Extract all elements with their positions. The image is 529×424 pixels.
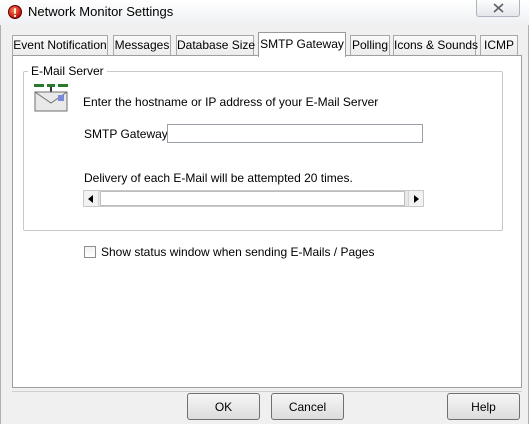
ok-button[interactable]: OK (187, 393, 260, 420)
arrow-right-icon (414, 194, 419, 203)
tab-polling[interactable]: Polling (350, 35, 390, 55)
delivery-attempts-scrollbar[interactable] (83, 190, 424, 207)
tab-icmp[interactable]: ICMP (480, 35, 518, 55)
tab-messages[interactable]: Messages (113, 35, 171, 55)
footer-divider (12, 391, 522, 392)
scroll-left-button[interactable] (84, 191, 99, 206)
app-alert-icon (8, 5, 22, 19)
tab-strip: Event Notification Messages Database Siz… (12, 32, 522, 57)
email-server-group-label: E-Mail Server (28, 64, 107, 78)
tab-smtp-gateway[interactable]: SMTP Gateway (258, 32, 346, 57)
delivery-attempts-text: Delivery of each E-Mail will be attempte… (84, 171, 353, 185)
gateway-instructions: Enter the hostname or IP address of your… (83, 95, 379, 109)
title-bar: Network Monitor Settings (0, 0, 529, 25)
scroll-right-button[interactable] (408, 191, 423, 206)
cancel-button[interactable]: Cancel (271, 393, 344, 420)
window-title: Network Monitor Settings (28, 4, 174, 19)
tab-database-size[interactable]: Database Size (176, 35, 255, 55)
delivery-attempts-thumb[interactable] (100, 191, 405, 206)
smtp-gateway-label: SMTP Gateway (84, 127, 168, 141)
help-button[interactable]: Help (447, 393, 520, 420)
show-status-checkbox[interactable] (84, 246, 96, 258)
smtp-gateway-input[interactable] (167, 124, 423, 143)
close-icon (492, 3, 504, 13)
tab-event-notification[interactable]: Event Notification (12, 35, 108, 55)
tab-icons-sounds[interactable]: Icons & Sounds (393, 35, 478, 55)
show-status-label: Show status window when sending E-Mails … (101, 245, 375, 259)
mail-server-icon (34, 84, 68, 112)
close-button[interactable] (476, 0, 520, 17)
arrow-left-icon (88, 194, 93, 203)
